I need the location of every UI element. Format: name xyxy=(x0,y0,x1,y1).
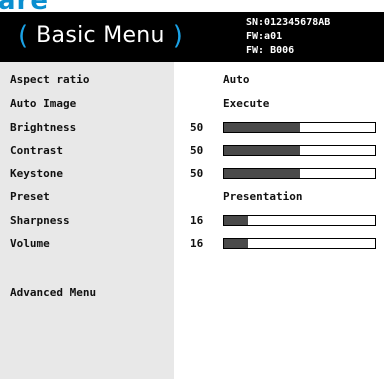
menu-label: Brightness xyxy=(10,121,77,134)
serial-number: SN:012345678AB xyxy=(246,17,331,28)
menu-row-volume[interactable]: Volume 16 xyxy=(0,234,384,254)
volume-slider[interactable] xyxy=(223,238,376,249)
menu-label: Auto Image xyxy=(10,97,77,110)
menu-header: ( Basic Menu ) SN:012345678AB FW:a01 FW:… xyxy=(0,12,384,62)
menu-label: Keystone xyxy=(10,167,63,180)
menu-row-sharpness[interactable]: Sharpness 16 xyxy=(0,211,384,231)
contrast-slider[interactable] xyxy=(223,145,376,156)
menu-label: Aspect ratio xyxy=(10,73,90,86)
menu-title: Basic Menu xyxy=(36,23,165,48)
slider-fill xyxy=(224,123,300,132)
slider-fill xyxy=(224,216,249,225)
slider-fill xyxy=(224,239,249,248)
sharpness-slider[interactable] xyxy=(223,215,376,226)
menu-row-contrast[interactable]: Contrast 50 xyxy=(0,141,384,161)
keystone-slider[interactable] xyxy=(223,168,376,179)
device-info: SN:012345678AB FW:a01 FW: B006 xyxy=(246,16,330,58)
slider-fill xyxy=(224,169,300,178)
menu-value: Auto xyxy=(223,73,250,86)
slider-fill xyxy=(224,146,300,155)
menu-row-preset[interactable]: Preset Presentation xyxy=(0,187,384,207)
menu-number: 50 xyxy=(190,167,204,180)
menu-number: 50 xyxy=(190,144,204,157)
menu-row-advanced[interactable]: Advanced Menu xyxy=(0,283,384,303)
brightness-slider[interactable] xyxy=(223,122,376,133)
menu-row-aspect-ratio[interactable]: Aspect ratio Auto xyxy=(0,70,384,90)
menu-row-auto-image[interactable]: Auto Image Execute xyxy=(0,94,384,114)
menu-label: Contrast xyxy=(10,144,63,157)
paren-close-icon: ) xyxy=(172,21,183,51)
paren-open-icon: ( xyxy=(18,21,29,51)
menu-value: Execute xyxy=(223,97,270,110)
menu-row-keystone[interactable]: Keystone 50 xyxy=(0,164,384,184)
menu-number: 16 xyxy=(190,237,204,250)
menu-label: Preset xyxy=(10,190,50,203)
logo-fragment-icon: are xyxy=(0,0,49,12)
menu-label: Advanced Menu xyxy=(10,286,97,299)
menu-number: 50 xyxy=(190,121,204,134)
firmware-1: FW:a01 xyxy=(246,31,283,42)
menu-label: Volume xyxy=(10,237,50,250)
title-wrap: ( Basic Menu ) xyxy=(18,22,183,50)
menu-value: Presentation xyxy=(223,190,303,203)
top-strip: are xyxy=(0,0,384,12)
menu-label: Sharpness xyxy=(10,214,70,227)
menu-row-brightness[interactable]: Brightness 50 xyxy=(0,118,384,138)
firmware-2: FW: B006 xyxy=(246,45,295,56)
menu-number: 16 xyxy=(190,214,204,227)
